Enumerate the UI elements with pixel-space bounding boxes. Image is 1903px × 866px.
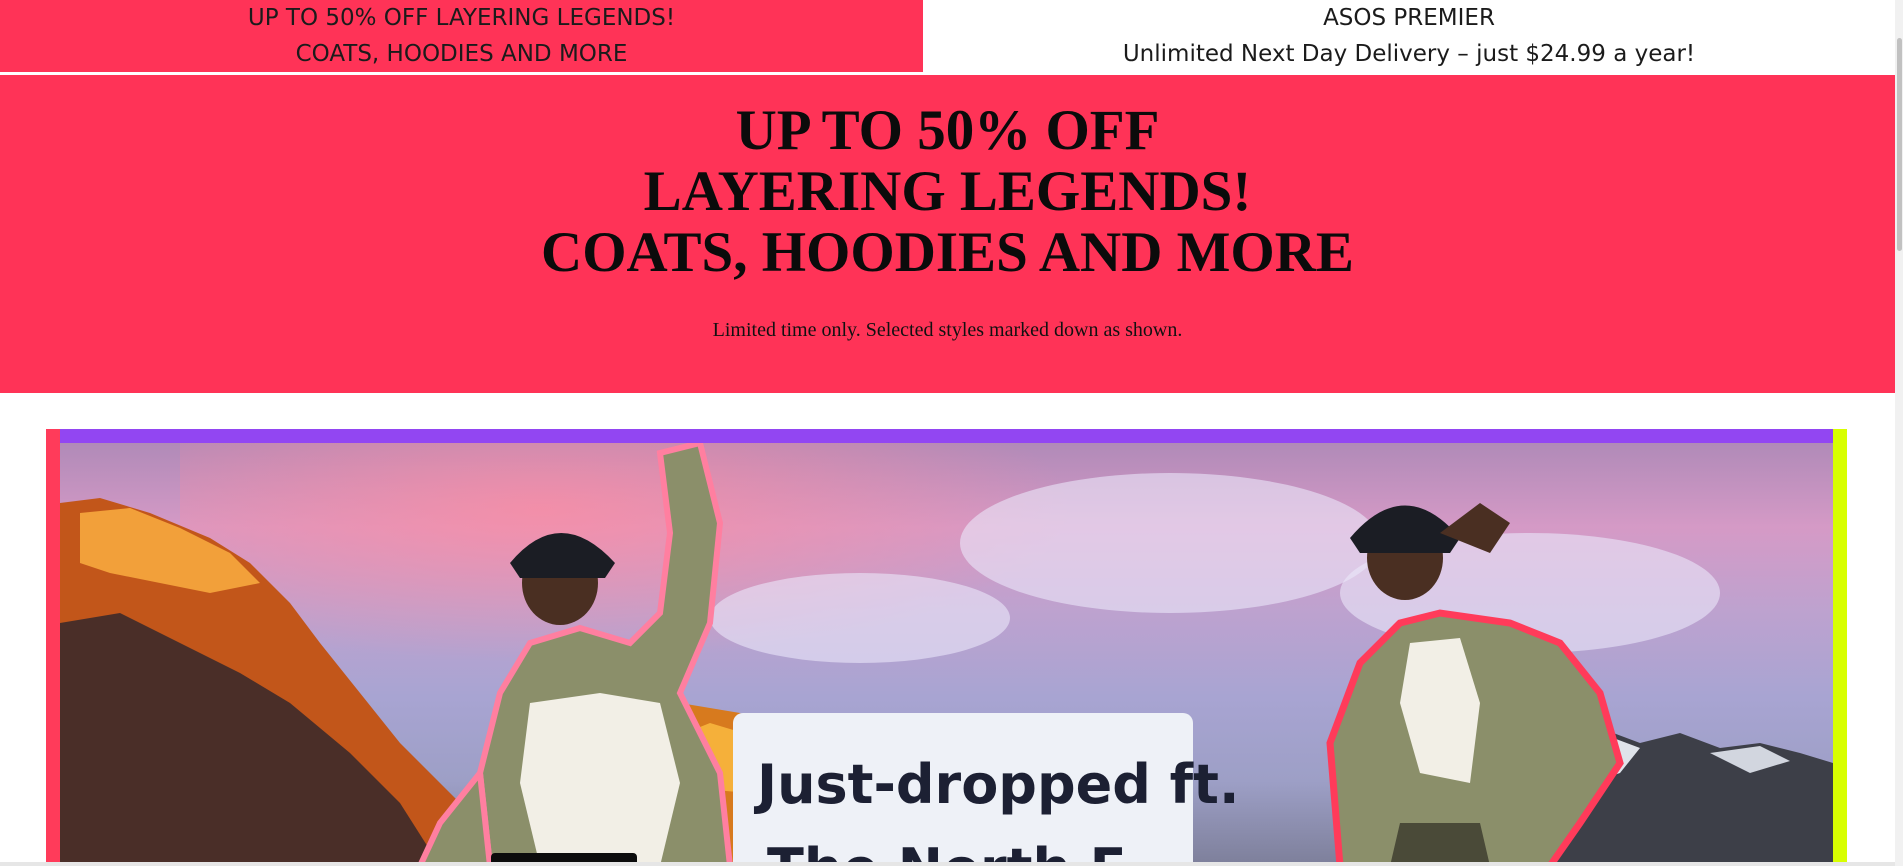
hero-image: Just-dropped ft. The North F... [60, 443, 1833, 866]
sale-title-line-1: UP TO 50% OFF [735, 99, 1160, 162]
sale-subtitle: Limited time only. Selected styles marke… [712, 319, 1183, 341]
sale-title-line-2: LAYERING LEGENDS! [643, 160, 1252, 223]
hero-left-accent-bar [46, 429, 60, 866]
hero-right-accent-bar [1833, 429, 1847, 866]
promo-line-1: UP TO 50% OFF LAYERING LEGENDS! [247, 5, 676, 31]
layering-legends-promo-link[interactable]: UP TO 50% OFF LAYERING LEGENDS! COATS, H… [0, 0, 923, 72]
headline-card[interactable]: Just-dropped ft. The North F... [733, 713, 1240, 866]
scrollbar-thumb[interactable] [1897, 38, 1902, 251]
page: UP TO 50% OFF LAYERING LEGENDS! COATS, H… [0, 0, 1903, 866]
premier-description: Unlimited Next Day Delivery – just $24.9… [1122, 41, 1696, 67]
premier-title: ASOS PREMIER [1323, 5, 1495, 31]
promo-line-2: COATS, HOODIES AND MORE [295, 41, 628, 67]
hero-top-accent-bar [60, 429, 1846, 443]
sale-banner[interactable]: UP TO 50% OFF LAYERING LEGENDS! COATS, H… [0, 75, 1895, 393]
bottom-divider [0, 862, 1895, 866]
announcement-strip: UP TO 50% OFF LAYERING LEGENDS! COATS, H… [0, 0, 1895, 73]
asos-premier-promo-link[interactable]: ASOS PREMIER Unlimited Next Day Delivery… [923, 0, 1895, 72]
hero-banner[interactable]: Just-dropped ft. The North F... [46, 429, 1849, 866]
left-model [416, 443, 734, 866]
right-model [1326, 503, 1624, 866]
hero-headline-line-1: Just-dropped ft. [757, 753, 1240, 816]
sale-title-line-3: COATS, HOODIES AND MORE [541, 221, 1354, 284]
sale-title: UP TO 50% OFF LAYERING LEGENDS! COATS, H… [0, 75, 1895, 283]
